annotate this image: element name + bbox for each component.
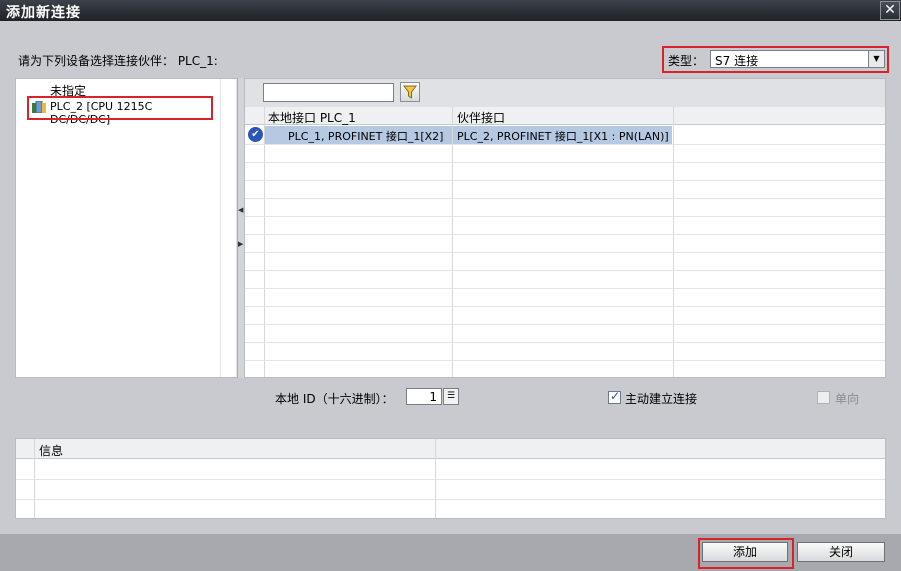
filter-input[interactable] <box>263 83 394 102</box>
header-partner-interface[interactable]: 伙伴接口 <box>457 109 505 126</box>
one-way-label: 单向 <box>835 392 860 406</box>
collapse-left-icon[interactable]: ◀ <box>238 206 243 214</box>
info-header: 信息 <box>16 439 885 459</box>
chevron-down-icon[interactable]: ▼ <box>868 51 884 67</box>
active-connection-checkbox[interactable]: ✓ <box>608 389 621 404</box>
connection-type-value: S7 连接 <box>715 54 759 68</box>
header-local-interface[interactable]: 本地接口 PLC_1 <box>268 109 356 126</box>
partner-prompt: 请为下列设备选择连接伙伴： PLC_1: <box>18 54 218 68</box>
close-window-button[interactable]: ✕ <box>880 1 900 20</box>
interface-panel: 本地接口 PLC_1 伙伴接口 ✔ PLC_1, PROFINET 接口_1[X… <box>244 78 886 378</box>
window-title: 添加新连接 <box>6 5 81 21</box>
local-id-label: 本地 ID（十六进制）： <box>275 392 394 406</box>
close-icon: ✕ <box>884 2 896 18</box>
table-cell-partner[interactable]: PLC_2, PROFINET 接口_1[X1 : PN(LAN)] <box>457 128 669 144</box>
close-button[interactable]: 关闭 <box>797 542 885 562</box>
local-id-input[interactable]: 1 <box>406 388 442 405</box>
info-panel: 信息 <box>15 438 886 519</box>
check-icon: ✓ <box>610 389 621 403</box>
local-id-picker-button[interactable]: ☰ <box>443 388 459 405</box>
one-way-checkbox[interactable] <box>817 391 830 404</box>
active-connection-label: 主动建立连接 <box>625 392 698 406</box>
partner-device-tree: 未指定 PLC_2 [CPU 1215C DC/DC/DC] <box>15 78 237 378</box>
interface-table: 本地接口 PLC_1 伙伴接口 ✔ PLC_1, PROFINET 接口_1[X… <box>245 107 885 377</box>
add-button[interactable]: 添加 <box>702 542 788 562</box>
table-header: 本地接口 PLC_1 伙伴接口 <box>245 107 885 125</box>
table-cell-local[interactable]: PLC_1, PROFINET 接口_1[X2] <box>288 128 443 144</box>
row-selected-check-icon: ✔ <box>248 127 263 142</box>
device-highlight <box>27 96 213 120</box>
info-header-label: 信息 <box>39 444 64 458</box>
connection-type-select[interactable]: S7 连接 ▼ <box>710 50 885 68</box>
funnel-icon <box>403 85 417 99</box>
dialog-footer: 添加 关闭 <box>0 534 901 571</box>
list-icon: ☰ <box>446 391 456 401</box>
title-bar: 添加新连接 ✕ <box>0 0 901 21</box>
panel-splitter[interactable]: ◀ ▶ <box>237 78 244 378</box>
filter-button[interactable] <box>400 82 420 102</box>
add-connection-dialog: 请为下列设备选择连接伙伴： PLC_1: 类型： S7 连接 ▼ 未指定 PLC… <box>0 21 901 571</box>
expand-right-icon[interactable]: ▶ <box>238 240 243 248</box>
local-id-value: 1 <box>429 390 437 404</box>
type-label: 类型： <box>668 54 705 68</box>
